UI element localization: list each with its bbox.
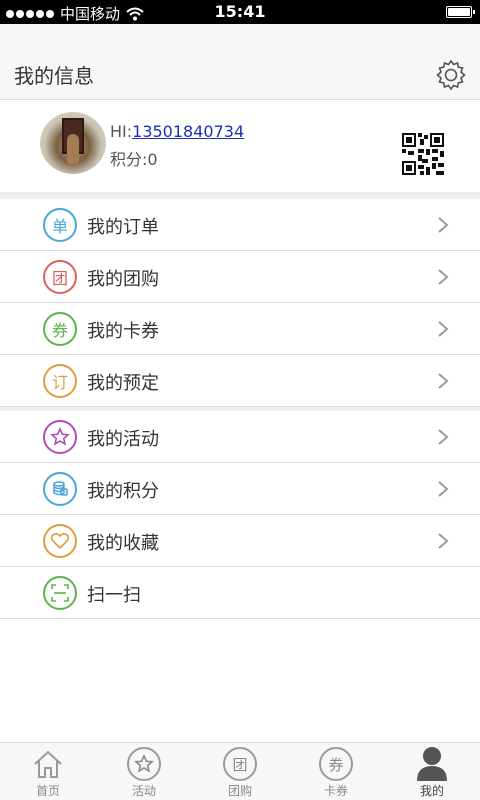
clock: 15:41: [214, 2, 266, 21]
coins-icon: [43, 472, 77, 506]
bottom-tab-bar: 首页 活动 团 团购 券 卡券 我的: [0, 742, 480, 800]
menu-label: 我的卡券: [87, 321, 159, 342]
heart-icon: [43, 524, 77, 558]
avatar[interactable]: [40, 112, 106, 174]
profile-greeting: HI:13501840734: [110, 122, 244, 141]
menu-my-favorites[interactable]: 我的收藏: [0, 515, 480, 567]
menu-label: 我的预定: [87, 373, 159, 394]
orders-icon: 单: [43, 208, 77, 242]
menu-my-activities[interactable]: 我的活动: [0, 411, 480, 463]
coupon-icon: 券: [43, 312, 77, 346]
chevron-right-icon: [438, 533, 449, 549]
coupon-icon: 券: [319, 747, 353, 781]
section-divider: [0, 192, 480, 199]
star-icon: [127, 747, 161, 781]
menu-label: 我的订单: [87, 217, 159, 238]
tab-activities[interactable]: 活动: [96, 743, 192, 800]
chevron-right-icon: [438, 321, 449, 337]
gear-icon[interactable]: [434, 58, 468, 92]
tab-label: 活动: [131, 784, 156, 798]
menu-scan[interactable]: 扫一扫: [0, 567, 480, 619]
menu-my-points[interactable]: 我的积分: [0, 463, 480, 515]
page-header: 我的信息: [0, 24, 480, 100]
menu-label: 我的收藏: [87, 533, 159, 554]
menu-my-coupons[interactable]: 券 我的卡券: [0, 303, 480, 355]
home-icon: [34, 750, 62, 778]
tab-label: 我的: [419, 784, 444, 798]
scan-icon: [43, 576, 77, 610]
tab-mine[interactable]: 我的: [384, 743, 480, 800]
chevron-right-icon: [438, 429, 449, 445]
person-icon: [417, 747, 447, 781]
tab-home[interactable]: 首页: [0, 743, 96, 800]
status-bar: 中国移动 15:41: [0, 0, 480, 24]
chevron-right-icon: [438, 373, 449, 389]
greeting-prefix: HI:: [110, 122, 133, 141]
group-buy-icon: 团: [223, 747, 257, 781]
tab-label: 首页: [35, 784, 60, 798]
tab-label: 团购: [227, 784, 252, 798]
tab-coupons[interactable]: 券 卡券: [288, 743, 384, 800]
tab-group-buy[interactable]: 团 团购: [192, 743, 288, 800]
tab-label: 卡券: [323, 784, 348, 798]
menu-my-reservations[interactable]: 订 我的预定: [0, 355, 480, 407]
star-icon: [43, 420, 77, 454]
menu-my-orders[interactable]: 单 我的订单: [0, 199, 480, 251]
menu-label: 我的团购: [87, 269, 159, 290]
menu-my-group-buys[interactable]: 团 我的团购: [0, 251, 480, 303]
group-buy-icon: 团: [43, 260, 77, 294]
chevron-right-icon: [438, 481, 449, 497]
menu-label: 我的活动: [87, 429, 159, 450]
chevron-right-icon: [438, 269, 449, 285]
chevron-right-icon: [438, 217, 449, 233]
reservation-icon: 订: [43, 364, 77, 398]
qr-code-icon[interactable]: [402, 133, 444, 175]
battery-icon: [446, 6, 475, 18]
page-title: 我的信息: [14, 64, 94, 88]
menu-label: 扫一扫: [87, 585, 141, 606]
phone-number-link[interactable]: 13501840734: [132, 122, 244, 141]
points-label: 积分:0: [110, 150, 158, 169]
menu-label: 我的积分: [87, 481, 159, 502]
